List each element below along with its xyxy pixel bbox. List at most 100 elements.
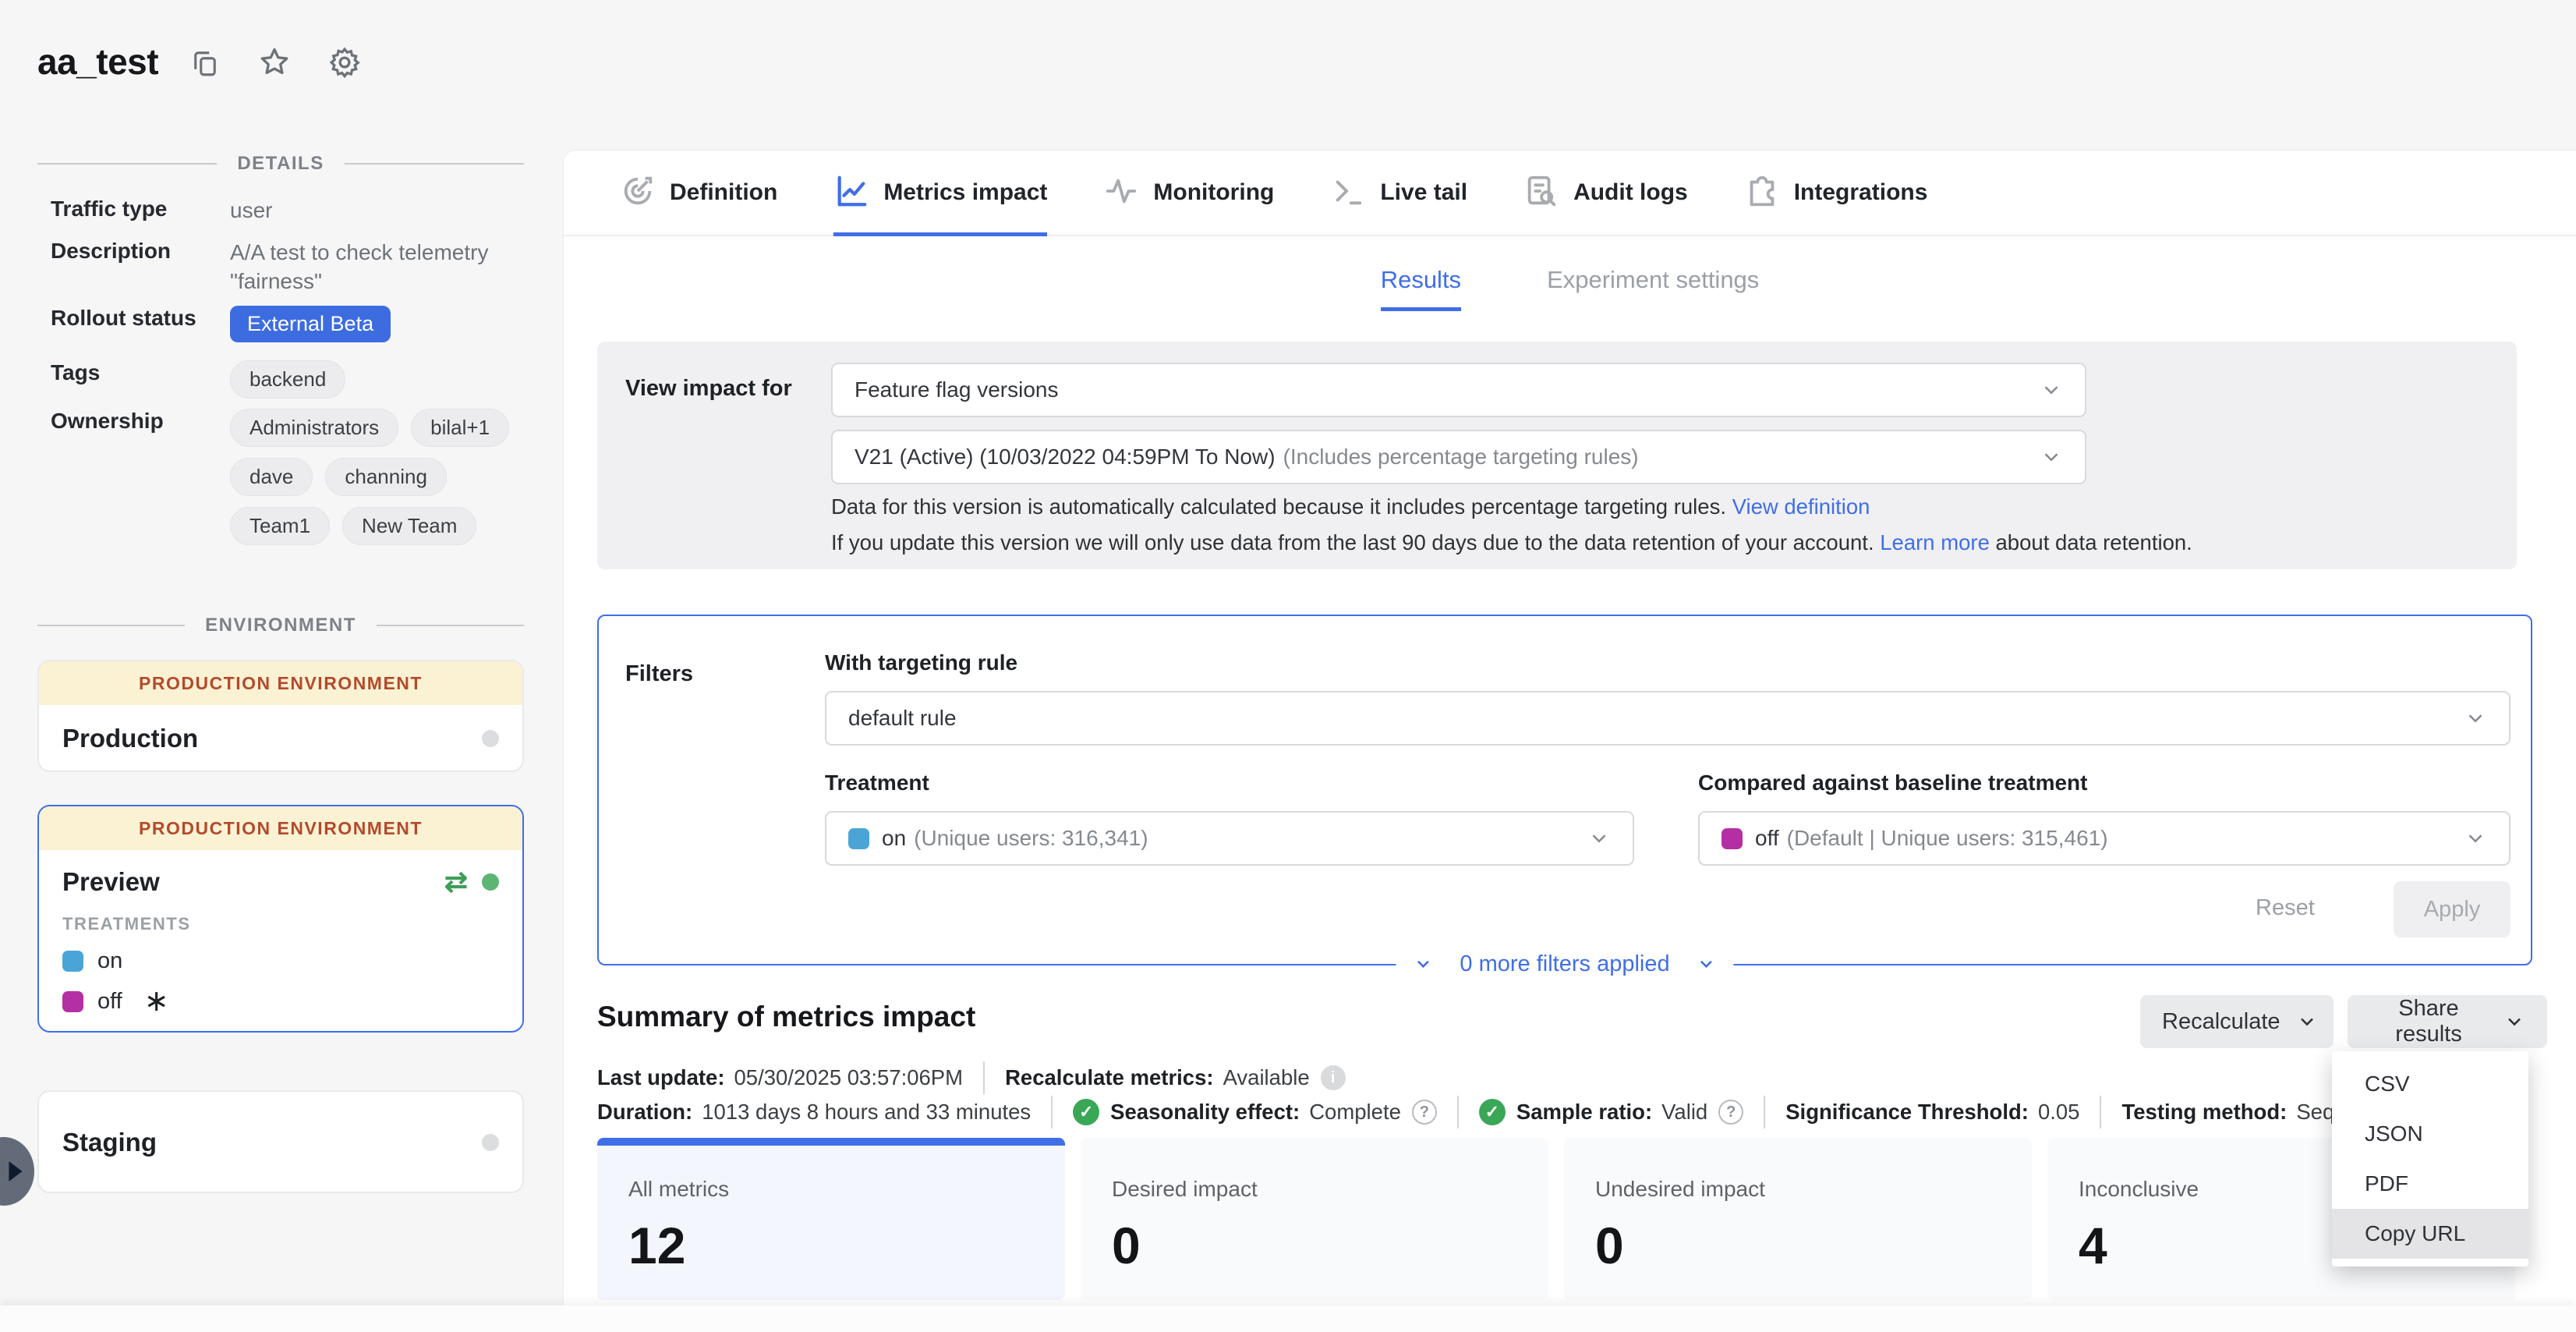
version-note: (Includes percentage targeting rules) <box>1283 445 2040 469</box>
help-icon[interactable]: ? <box>1718 1100 1743 1125</box>
share-results-menu: CSV JSON PDF Copy URL <box>2332 1051 2528 1266</box>
separator <box>1457 1096 1459 1128</box>
filters-card: Filters With targeting rule default rule… <box>597 615 2532 965</box>
retention-info-text: If you update this version we will only … <box>831 530 1874 554</box>
tab-integrations[interactable]: Integrations <box>1744 151 1928 235</box>
traffic-type-row: Traffic type user <box>51 197 534 225</box>
subtab-experiment-settings[interactable]: Experiment settings <box>1547 266 1759 311</box>
environment-card-staging[interactable]: Staging <box>37 1090 524 1193</box>
help-icon[interactable]: ? <box>1412 1100 1437 1125</box>
impact-source-dropdown[interactable]: Feature flag versions <box>831 363 2086 417</box>
reset-button[interactable]: Reset <box>2256 895 2315 921</box>
tab-definition[interactable]: Definition <box>620 151 777 235</box>
summary-info-line-1: Last update: 05/30/2025 03:57:06PM Recal… <box>597 1061 1346 1094</box>
tab-label: Metrics impact <box>883 179 1047 206</box>
sample-ratio-value: Valid <box>1661 1100 1707 1125</box>
stat-card-all-metrics[interactable]: All metrics 12 <box>597 1138 1065 1300</box>
tab-bar: Definition Metrics impact Monitoring <box>564 151 2576 236</box>
metrics-chart-icon <box>833 173 869 213</box>
ownership-label: Ownership <box>51 409 230 545</box>
treatment-off-swatch <box>62 991 83 1012</box>
owner-chip[interactable]: channing <box>325 458 447 496</box>
tab-monitoring[interactable]: Monitoring <box>1103 151 1274 235</box>
last-update-value: 05/30/2025 03:57:06PM <box>734 1065 963 1090</box>
chevron-down-icon <box>2464 827 2487 850</box>
stat-card-undesired-impact[interactable]: Undesired impact 0 <box>1564 1138 2032 1300</box>
tab-audit-logs[interactable]: Audit logs <box>1523 151 1688 235</box>
chevron-down-icon <box>2296 1011 2318 1033</box>
terminal-icon <box>1330 173 1366 213</box>
description-value: A/A test to check telemetry "fairness" <box>230 239 534 296</box>
production-environment-banner: PRODUCTION ENVIRONMENT <box>39 661 522 705</box>
status-dot-active <box>482 873 499 891</box>
recalculate-label: Recalculate <box>2162 1009 2281 1035</box>
chevron-down-icon <box>2040 445 2063 469</box>
treatment-on-label: on <box>97 948 122 974</box>
sidebar: aa_test DETAILS Traffic type user Descri… <box>0 0 563 1332</box>
treatment-on-swatch <box>62 951 83 972</box>
environment-card-production[interactable]: PRODUCTION ENVIRONMENT Production <box>37 660 524 772</box>
summary-title: Summary of metrics impact <box>597 1001 975 1033</box>
view-definition-link[interactable]: View definition <box>1732 494 1870 519</box>
treatment-filter-label: Treatment <box>825 771 929 795</box>
stat-label: All metrics <box>628 1177 1034 1202</box>
owner-chip[interactable]: Administrators <box>230 409 398 447</box>
star-icon[interactable] <box>257 45 292 80</box>
baseline-dropdown[interactable]: off (Default | Unique users: 315,461) <box>1698 811 2511 866</box>
tag-chip[interactable]: backend <box>230 360 345 399</box>
swap-arrows-icon: ⇄ <box>444 866 468 898</box>
default-treatment-asterisk-icon: ∗ <box>144 987 169 1016</box>
owner-chip[interactable]: New Team <box>342 507 476 545</box>
stat-card-desired-impact[interactable]: Desired impact 0 <box>1081 1138 1548 1300</box>
owner-chip[interactable]: bilal+1 <box>411 409 509 447</box>
chevron-down-icon <box>1413 954 1433 974</box>
seasonality-value: Complete <box>1309 1100 1401 1125</box>
main-panel: Definition Metrics impact Monitoring <box>563 150 2576 1332</box>
share-results-button[interactable]: Share results <box>2348 995 2547 1048</box>
rollout-status-badge[interactable]: External Beta <box>230 306 391 342</box>
check-circle-icon: ✓ <box>1073 1099 1099 1125</box>
menu-item-json[interactable]: JSON <box>2332 1109 2528 1159</box>
environment-card-preview[interactable]: PRODUCTION ENVIRONMENT Preview ⇄ TREATME… <box>37 805 524 1033</box>
version-dropdown[interactable]: V21 (Active) (10/03/2022 04:59PM To Now)… <box>831 430 2086 484</box>
owner-chip[interactable]: dave <box>230 458 313 496</box>
view-impact-panel: View impact for Feature flag versions V2… <box>597 342 2517 569</box>
treatment-dropdown[interactable]: on (Unique users: 316,341) <box>825 811 1634 866</box>
impact-source-value: Feature flag versions <box>855 377 2040 402</box>
apply-button[interactable]: Apply <box>2394 881 2511 937</box>
recalculate-button[interactable]: Recalculate <box>2140 995 2334 1048</box>
treatment-on-row: on <box>39 948 522 974</box>
stat-value: 0 <box>1595 1216 2001 1275</box>
baseline-note: (Default | Unique users: 315,461) <box>1787 826 2464 851</box>
environment-header: ENVIRONMENT <box>205 615 356 636</box>
pulse-icon <box>1103 173 1139 213</box>
treatment-filter-value: on <box>882 826 906 851</box>
chevron-down-icon <box>1697 954 1717 974</box>
retention-info-suffix: about data retention. <box>1996 530 2192 554</box>
tab-live-tail[interactable]: Live tail <box>1330 151 1467 235</box>
details-header: DETAILS <box>237 153 324 175</box>
sidebar-collapse-toggle[interactable] <box>0 1137 34 1206</box>
targeting-rule-dropdown[interactable]: default rule <box>825 691 2511 746</box>
learn-more-link[interactable]: Learn more <box>1880 530 1990 554</box>
details-divider: DETAILS <box>37 153 524 175</box>
menu-item-copy-url[interactable]: Copy URL <box>2332 1209 2528 1259</box>
horizontal-scroll-strip[interactable] <box>0 1305 2576 1332</box>
gear-icon[interactable] <box>327 45 362 80</box>
metrics-summary-cards: All metrics 12 Desired impact 0 Undesire… <box>597 1138 2515 1300</box>
menu-item-pdf[interactable]: PDF <box>2332 1159 2528 1209</box>
page-title: aa_test <box>37 41 158 83</box>
owner-chip[interactable]: Team1 <box>230 507 330 545</box>
rollout-status-label: Rollout status <box>51 306 230 342</box>
baseline-label: Compared against baseline treatment <box>1698 771 2087 795</box>
tab-metrics-impact[interactable]: Metrics impact <box>833 151 1047 235</box>
info-icon[interactable]: i <box>1321 1065 1346 1090</box>
sample-ratio-label: Sample ratio: <box>1516 1100 1652 1125</box>
production-environment-banner: PRODUCTION ENVIRONMENT <box>39 806 522 850</box>
last-update-label: Last update: <box>597 1065 724 1090</box>
menu-item-csv[interactable]: CSV <box>2332 1059 2528 1109</box>
subtab-results[interactable]: Results <box>1381 266 1461 311</box>
copy-icon[interactable] <box>189 46 221 79</box>
more-filters-toggle[interactable]: 0 more filters applied <box>1396 945 1733 983</box>
treatments-label: TREATMENTS <box>39 914 522 934</box>
